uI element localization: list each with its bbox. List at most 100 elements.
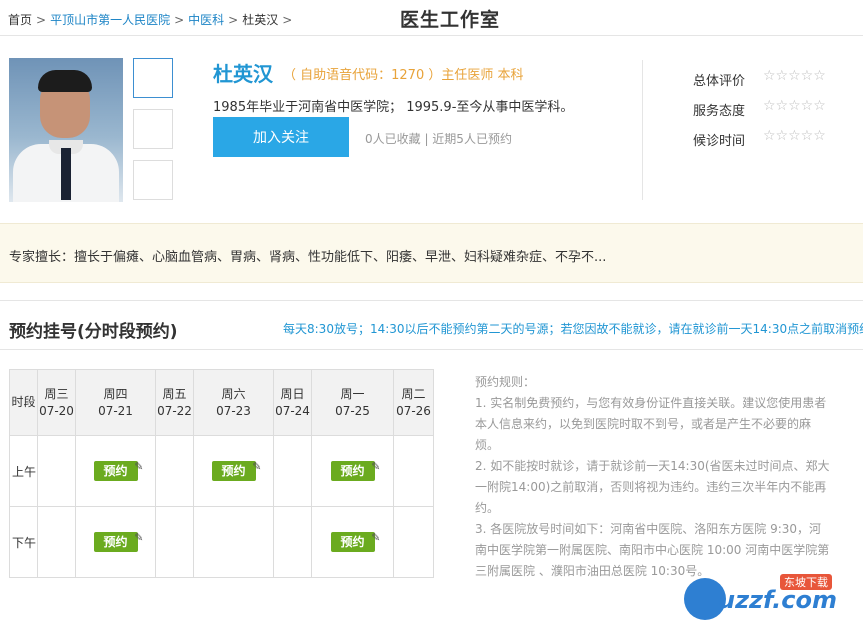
watermark-logo: uzzf.com 东坡下载 xyxy=(684,574,860,624)
schedule-day-header: 周三 07-20 xyxy=(37,369,76,436)
book-button[interactable]: 预约 ✎ xyxy=(93,460,144,481)
appointment-notice: 每天8:30放号；14:30以后不能预约第二天的号源；若您因故不能就诊，请在就诊… xyxy=(283,322,863,336)
breadcrumb-home[interactable]: 首页 xyxy=(8,13,32,27)
schedule-cell xyxy=(37,506,76,578)
watermark-text: uzzf.com xyxy=(718,586,837,614)
schedule-cell xyxy=(393,435,434,507)
pen-icon: ✎ xyxy=(371,460,381,473)
schedule-cell xyxy=(193,506,274,578)
book-button[interactable]: 预约 ✎ xyxy=(93,531,144,552)
schedule-cell: 预约 ✎ xyxy=(311,506,394,578)
schedule-cell xyxy=(273,435,312,507)
photo-thumbnail-1[interactable] xyxy=(133,58,173,98)
schedule-day-header: 周一 07-25 xyxy=(311,369,394,436)
expertise-text: 专家擅长：擅长于偏瘫、心脑血管病、胃病、肾病、性功能低下、阳痿、早泄、妇科疑难杂… xyxy=(9,250,607,265)
date-label: 07-24 xyxy=(275,403,310,418)
date-label: 07-25 xyxy=(335,403,370,418)
rules-title: 预约规则： xyxy=(475,375,536,389)
schedule-cell xyxy=(155,435,194,507)
pen-icon: ✎ xyxy=(134,460,144,473)
breadcrumb-separator: > xyxy=(36,13,47,27)
doctor-meta: （ 自助语音代码：1270 ）主任医师 本科 xyxy=(283,68,524,83)
weekday-label: 周四 xyxy=(103,386,128,401)
photo-thumbnail-3[interactable] xyxy=(133,160,173,200)
rule-item: 3. 各医院放号时间如下：河南省中医院、洛阳东方医院 9:30，河南中医学院第一… xyxy=(475,522,830,578)
watermark-tag: 东坡下载 xyxy=(780,574,832,590)
book-button[interactable]: 预约 ✎ xyxy=(211,460,262,481)
schedule-day-header: 周五 07-22 xyxy=(155,369,194,436)
weekday-label: 周三 xyxy=(44,386,69,401)
schedule-cell: 预约 ✎ xyxy=(75,435,156,507)
booking-rules: 预约规则： 1. 实名制免费预约，与您有效身份证件直接关联。建议您使用患者本人信… xyxy=(475,372,830,582)
weekday-label: 周五 xyxy=(162,386,187,401)
rating-wait-time: 候诊时间 ☆☆☆☆☆ xyxy=(693,128,853,150)
breadcrumb-separator: > xyxy=(174,13,185,27)
breadcrumb-separator: > xyxy=(282,13,293,27)
photo-thumbnail-2[interactable] xyxy=(133,109,173,149)
date-label: 07-20 xyxy=(39,403,74,418)
book-button[interactable]: 预约 ✎ xyxy=(330,460,381,481)
schedule-table: 时段 周三 07-20 周四 07-21 周五 07-22 周六 07-23 周日 07-… xyxy=(9,369,434,578)
book-label: 预约 xyxy=(103,464,128,478)
top-bar: 首页 > 平顶山市第一人民医院 > 中医科 > 杜英汉 > 医生工作室 xyxy=(0,0,863,36)
rating-overall: 总体评价 ☆☆☆☆☆ xyxy=(693,68,853,90)
date-label: 07-22 xyxy=(157,403,192,418)
schedule-cell xyxy=(273,506,312,578)
schedule-cell xyxy=(155,506,194,578)
doctor-intro: 1985年毕业于河南省中医学院； 1995.9-至今从事中医学科。 xyxy=(213,100,574,115)
schedule-row-morning: 上午 预约 ✎ 预约 ✎ 预约 ✎ xyxy=(9,435,434,507)
rating-label: 服务态度 xyxy=(693,104,746,119)
schedule-corner: 时段 xyxy=(9,369,38,436)
weekday-label: 周六 xyxy=(221,386,246,401)
doctor-name: 杜英汉 xyxy=(213,62,273,86)
schedule-cell: 预约 ✎ xyxy=(75,506,156,578)
book-label: 预约 xyxy=(340,464,365,478)
star-rating-icon[interactable]: ☆☆☆☆☆ xyxy=(763,98,826,114)
period-label: 上午 xyxy=(9,435,38,507)
vertical-divider xyxy=(642,60,643,200)
weekday-label: 周日 xyxy=(280,386,305,401)
rating-service: 服务态度 ☆☆☆☆☆ xyxy=(693,98,853,120)
breadcrumb-separator: > xyxy=(228,13,239,27)
expertise-panel: 专家擅长：擅长于偏瘫、心脑血管病、胃病、肾病、性功能低下、阳痿、早泄、妇科疑难杂… xyxy=(0,223,863,283)
schedule-cell: 预约 ✎ xyxy=(193,435,274,507)
schedule-cell xyxy=(393,506,434,578)
breadcrumb-hospital[interactable]: 平顶山市第一人民医院 xyxy=(50,13,170,27)
star-rating-icon[interactable]: ☆☆☆☆☆ xyxy=(763,128,826,144)
schedule-cell: 预约 ✎ xyxy=(311,435,394,507)
rating-label: 候诊时间 xyxy=(693,134,746,149)
follow-button[interactable]: 加入关注 xyxy=(213,117,349,157)
rule-item: 2. 如不能按时就诊，请于就诊前一天14:30(省医未过时间点、郑大一附院14:… xyxy=(475,459,830,515)
rule-item: 1. 实名制免费预约，与您有效身份证件直接关联。建议您使用患者本人信息来约，以免… xyxy=(475,396,827,452)
page-title: 医生工作室 xyxy=(400,9,501,31)
schedule-header-row: 时段 周三 07-20 周四 07-21 周五 07-22 周六 07-23 周日 07-… xyxy=(9,369,434,436)
pen-icon: ✎ xyxy=(371,531,381,544)
photo-tie xyxy=(61,148,71,200)
book-label: 预约 xyxy=(221,464,246,478)
date-label: 07-21 xyxy=(98,403,133,418)
schedule-cell xyxy=(37,435,76,507)
period-label: 下午 xyxy=(9,506,38,578)
pen-icon: ✎ xyxy=(252,460,262,473)
breadcrumb-department[interactable]: 中医科 xyxy=(188,13,224,27)
appointment-title: 预约挂号(分时段预约) xyxy=(9,322,178,342)
schedule-day-header: 周日 07-24 xyxy=(273,369,312,436)
date-label: 07-26 xyxy=(396,403,431,418)
appointment-header: 预约挂号(分时段预约) 每天8:30放号；14:30以后不能预约第二天的号源；若… xyxy=(0,300,863,350)
breadcrumb: 首页 > 平顶山市第一人民医院 > 中医科 > 杜英汉 > xyxy=(8,11,296,28)
schedule-day-header: 周六 07-23 xyxy=(193,369,274,436)
weekday-label: 周二 xyxy=(401,386,426,401)
breadcrumb-current: 杜英汉 xyxy=(242,13,279,27)
star-rating-icon[interactable]: ☆☆☆☆☆ xyxy=(763,68,826,84)
schedule-row-afternoon: 下午 预约 ✎ 预约 ✎ xyxy=(9,506,434,578)
pen-icon: ✎ xyxy=(134,531,144,544)
schedule-day-header: 周四 07-21 xyxy=(75,369,156,436)
date-label: 07-23 xyxy=(216,403,251,418)
weekday-label: 周一 xyxy=(340,386,365,401)
book-button[interactable]: 预约 ✎ xyxy=(330,531,381,552)
doctor-stats: 0人已收藏 | 近期5人已预约 xyxy=(365,132,512,146)
book-label: 预约 xyxy=(103,535,128,549)
book-label: 预约 xyxy=(340,535,365,549)
rating-label: 总体评价 xyxy=(693,74,746,89)
schedule-day-header: 周二 07-26 xyxy=(393,369,434,436)
